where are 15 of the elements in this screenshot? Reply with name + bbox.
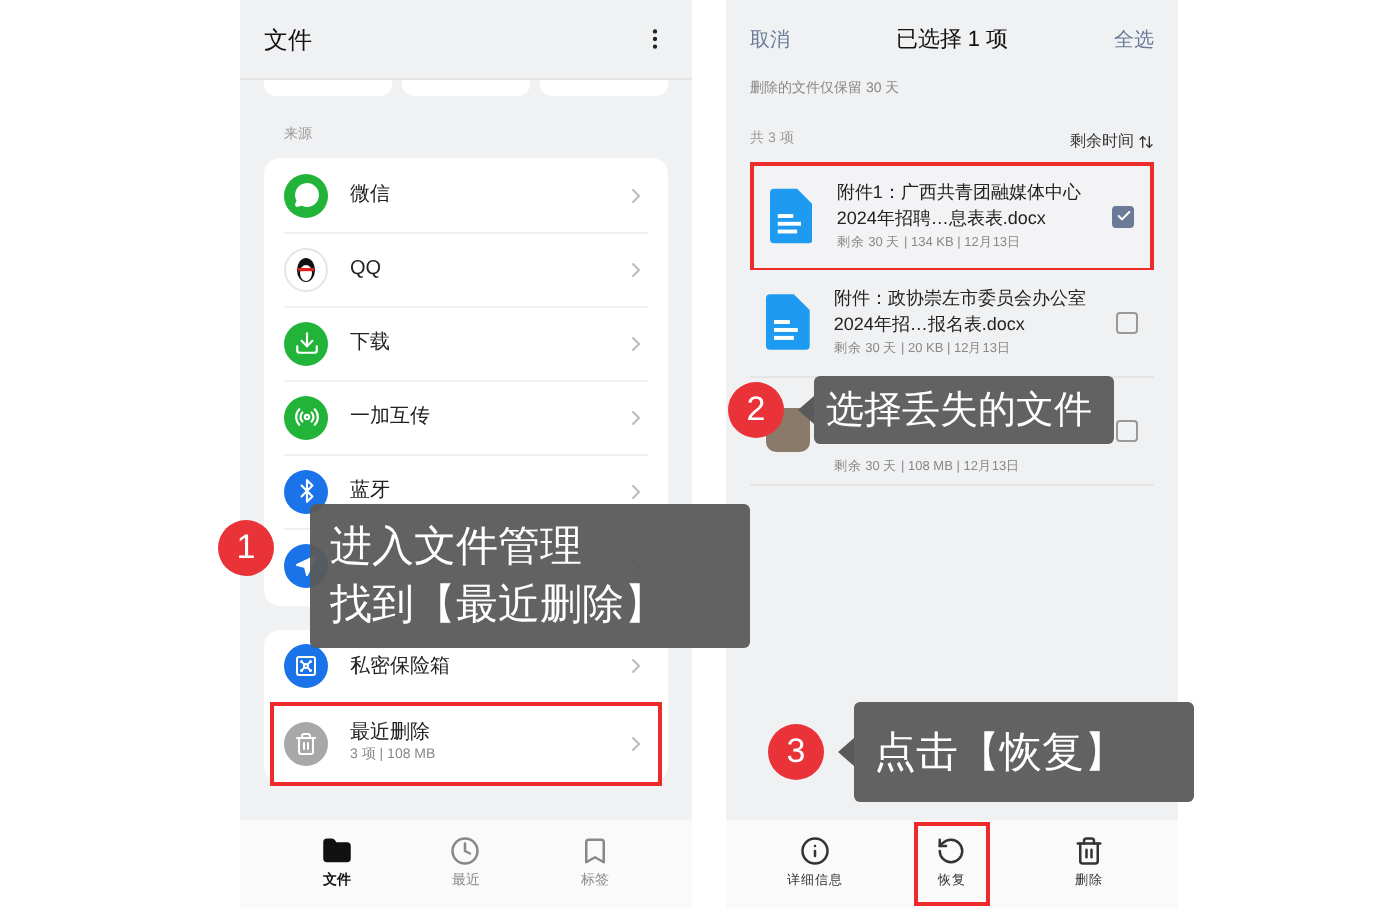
screen-title: 已选择 1 项 [895, 25, 1009, 56]
callout-text: 找到【最近删除】 [330, 580, 668, 632]
step-number: 1 [218, 520, 274, 576]
source-label: 下载 [350, 329, 390, 358]
file-name: 附件1：广西共青团融媒体中心2024年招聘…息表表.docx [836, 179, 1083, 232]
source-label: 一加互传 [350, 403, 430, 432]
source-label: QQ [350, 256, 382, 284]
file-name: 附件：政协崇左市委员会办公室2024年招…报名表.docx [833, 285, 1088, 338]
source-label: 蓝牙 [350, 477, 390, 506]
source-label: 微信 [350, 182, 390, 210]
callout-text: 点击【恢复】 [874, 727, 1128, 779]
item-label: 最近删除 [350, 719, 432, 746]
vault-label: 私密保险箱 [350, 653, 450, 681]
screen-title: 文件 [264, 23, 312, 57]
callout-text: 选择丢失的文件 [826, 387, 1094, 435]
